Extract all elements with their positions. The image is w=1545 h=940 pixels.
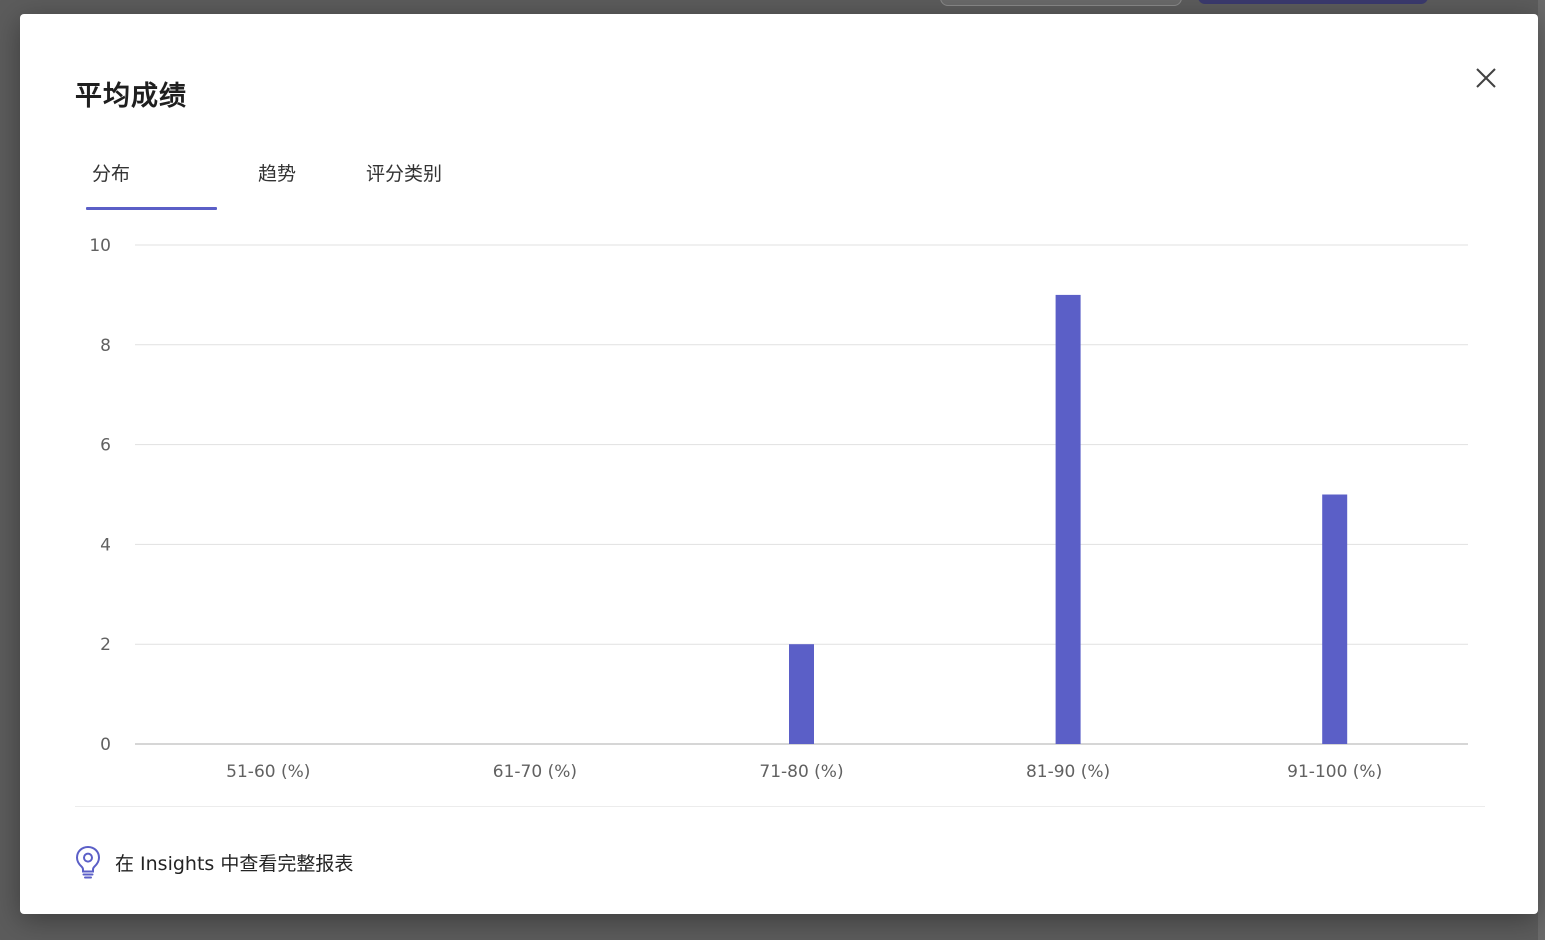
y-tick-label: 10 [89, 236, 111, 256]
y-tick-label: 6 [100, 436, 111, 456]
x-tick-label: 71-80 (%) [759, 762, 843, 782]
average-grade-dialog: 平均成绩 分布 趋势 评分类别 0 2 4 6 8 10 51-60 (%) 61-70 (%… [20, 14, 1538, 914]
background-app-edge [1538, 0, 1545, 940]
view-full-report-label: 在 Insights 中查看完整报表 [115, 852, 354, 875]
x-tick-label: 61-70 (%) [493, 762, 577, 782]
x-tick-label: 91-100 (%) [1287, 762, 1382, 782]
bar [1322, 494, 1348, 744]
lightbulb-icon [75, 845, 101, 879]
background-primary-button [1198, 0, 1428, 4]
y-tick-label: 8 [100, 336, 111, 356]
y-tick-label: 2 [100, 635, 111, 655]
y-tick-label: 0 [100, 735, 111, 755]
bar [1055, 294, 1081, 744]
y-tick-label: 4 [100, 535, 111, 555]
x-tick-label: 51-60 (%) [226, 762, 310, 782]
bar [789, 644, 814, 744]
footer-divider [75, 806, 1485, 807]
view-full-report-link[interactable]: 在 Insights 中查看完整报表 [75, 844, 353, 880]
background-button [940, 0, 1182, 6]
grade-distribution-chart: 0 2 4 6 8 10 51-60 (%) 61-70 (%) 71-80 (%) 81-90 … [89, 236, 1468, 782]
x-tick-label: 81-90 (%) [1026, 762, 1110, 782]
